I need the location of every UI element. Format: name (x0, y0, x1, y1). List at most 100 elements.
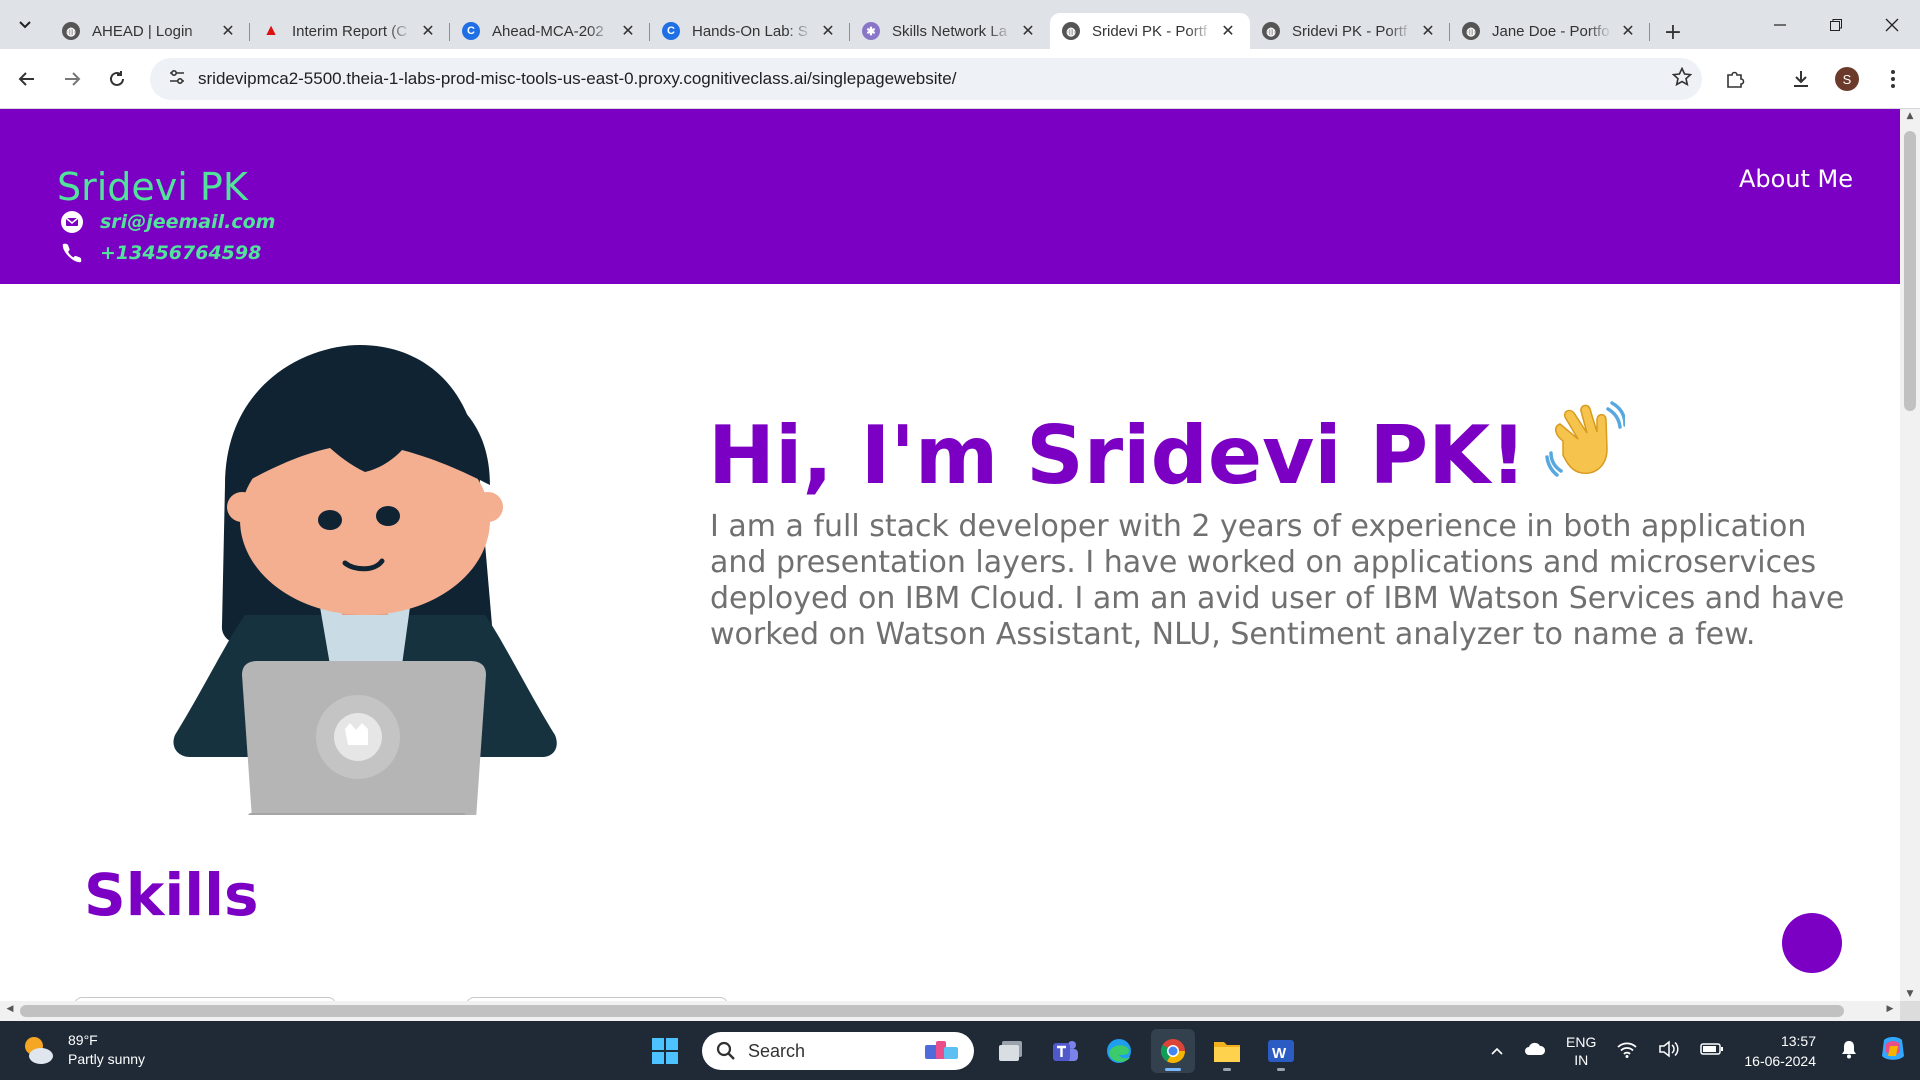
close-tab-icon[interactable]: ✕ (1218, 21, 1238, 41)
browser-tab[interactable]: ◍ Sridevi PK - Portf ✕ (1250, 13, 1450, 49)
site-name: Sridevi PK (57, 165, 248, 209)
site-header: Sridevi PK sri@jeemail.com +13456764598 … (0, 109, 1900, 284)
browser-tab[interactable]: C Hands-On Lab: S ✕ (650, 13, 850, 49)
puzzle-icon (1727, 71, 1745, 88)
network-button[interactable] (1616, 1040, 1638, 1061)
tab-title: AHEAD | Login (92, 22, 193, 40)
tab-title: Sridevi PK - Portf (1092, 22, 1208, 40)
scroll-up-arrow-icon[interactable]: ▲ (1900, 111, 1920, 121)
search-placeholder: Search (748, 1040, 806, 1061)
clock-date: 16-06-2024 (1744, 1052, 1816, 1069)
running-indicator (1165, 1068, 1181, 1071)
speaker-icon (1659, 1040, 1679, 1058)
phone-text[interactable]: +13456764598 (100, 242, 261, 264)
reload-icon (110, 71, 124, 86)
url-text[interactable]: sridevipmca2-5500.theia-1-labs-prod-misc… (198, 69, 1662, 89)
close-tab-icon[interactable]: ✕ (1418, 21, 1438, 41)
phone-icon (60, 241, 84, 265)
address-bar[interactable]: sridevipmca2-5500.theia-1-labs-prod-misc… (150, 58, 1702, 100)
browser-tab[interactable]: ◍ Jane Doe - Portfo ✕ (1450, 13, 1650, 49)
nav-about-me[interactable]: About Me (1739, 165, 1853, 193)
clock-time: 13:57 (1780, 1032, 1816, 1049)
start-button[interactable] (643, 1029, 687, 1073)
task-view-button[interactable] (989, 1029, 1033, 1073)
minimize-icon (1774, 23, 1786, 26)
windows-taskbar: 89°F Partly sunny Search W ENG IN 13:57 … (0, 1021, 1920, 1080)
downloads-button[interactable] (1784, 62, 1818, 96)
chrome-app[interactable] (1151, 1029, 1195, 1073)
window-controls (1752, 0, 1920, 49)
download-icon (1794, 71, 1808, 87)
notifications-button[interactable] (1840, 1039, 1858, 1062)
adobe-icon: ▲ (263, 22, 279, 39)
volume-button[interactable] (1658, 1040, 1680, 1061)
scrollbar-thumb[interactable] (1904, 131, 1916, 411)
browser-tab[interactable]: ✱ Skills Network La ✕ (850, 13, 1050, 49)
close-tab-icon[interactable]: ✕ (1618, 21, 1638, 41)
close-tab-icon[interactable]: ✕ (1018, 21, 1038, 41)
horizontal-scrollbar[interactable]: ◀ ▶ (0, 1001, 1900, 1021)
file-explorer-app[interactable] (1205, 1029, 1249, 1073)
tab-title: Hands-On Lab: S (692, 22, 808, 40)
show-hidden-icons-button[interactable] (1490, 1043, 1504, 1059)
battery-button[interactable] (1700, 1042, 1724, 1059)
teams-app[interactable] (1043, 1029, 1087, 1073)
close-window-button[interactable] (1864, 0, 1920, 49)
close-tab-icon[interactable]: ✕ (418, 21, 438, 41)
scroll-left-arrow-icon[interactable]: ◀ (0, 1004, 20, 1014)
browser-tab[interactable]: ◍ AHEAD | Login ✕ (50, 13, 250, 49)
hero-title: Hi, I'm Sridevi PK! (708, 399, 1627, 502)
weather-widget[interactable]: 89°F Partly sunny (20, 1031, 145, 1069)
back-button[interactable] (10, 62, 44, 96)
folder-icon (1214, 1042, 1240, 1062)
new-tab-button[interactable]: + (1656, 15, 1690, 49)
restore-button[interactable] (1808, 0, 1864, 49)
close-tab-icon[interactable]: ✕ (618, 21, 638, 41)
close-icon (1885, 18, 1899, 31)
edge-icon (1107, 1039, 1131, 1063)
email-contact: sri@jeemail.com (60, 210, 275, 234)
vertical-scrollbar[interactable]: ▲ ▼ (1900, 109, 1920, 1001)
scrollbar-thumb[interactable] (20, 1005, 1844, 1017)
edge-app[interactable] (1097, 1029, 1141, 1073)
taskbar-search[interactable]: Search (702, 1032, 974, 1070)
weather-condition: Partly sunny (68, 1051, 146, 1067)
copilot-button[interactable] (1878, 1034, 1908, 1067)
extensions-button[interactable] (1718, 62, 1752, 96)
onedrive-button[interactable] (1524, 1042, 1546, 1059)
floating-action-button[interactable] (1782, 913, 1842, 973)
profile-button[interactable]: S (1830, 62, 1864, 96)
wifi-icon (1617, 1042, 1637, 1058)
bookmark-star-icon[interactable] (1662, 66, 1702, 92)
browser-tab[interactable]: C Ahead-MCA-202 ✕ (450, 13, 650, 49)
browser-tab[interactable]: ◍ Sridevi PK - Portf ✕ (1050, 13, 1250, 49)
restore-icon (1830, 18, 1842, 31)
search-highlight-icon (925, 1041, 958, 1059)
waving-hand-icon (1544, 399, 1627, 498)
chevron-down-icon (19, 21, 31, 29)
browser-tab[interactable]: ▲ Interim Report (C ✕ (250, 13, 450, 49)
tab-list: ◍ AHEAD | Login ✕ ▲ Interim Report (C ✕ C Ahead… (50, 7, 1690, 49)
browser-menu-button[interactable] (1876, 62, 1910, 96)
reload-button[interactable] (100, 62, 134, 96)
tab-title: Skills Network La (892, 22, 1008, 40)
forward-button[interactable] (55, 62, 89, 96)
word-app[interactable]: W (1259, 1029, 1303, 1073)
close-tab-icon[interactable]: ✕ (818, 21, 838, 41)
close-tab-icon[interactable]: ✕ (218, 21, 238, 41)
scroll-right-arrow-icon[interactable]: ▶ (1880, 1004, 1900, 1014)
page-viewport: Sridevi PK sri@jeemail.com +13456764598 … (0, 109, 1900, 1001)
language-code: ENG (1566, 1033, 1597, 1050)
cognitiveclass-icon: C (462, 22, 480, 40)
minimize-button[interactable] (1752, 0, 1808, 49)
arrow-left-icon (18, 72, 34, 86)
weather-temperature: 89°F (68, 1032, 98, 1048)
more-vertical-icon (1891, 70, 1895, 88)
teams-icon (1053, 1041, 1078, 1061)
taskbar-clock[interactable]: 13:57 16-06-2024 (1744, 1031, 1816, 1071)
tab-search-dropdown[interactable] (8, 9, 42, 41)
site-info-icon[interactable] (162, 69, 192, 89)
email-text[interactable]: sri@jeemail.com (100, 211, 275, 233)
language-indicator[interactable]: ENG IN (1566, 1033, 1596, 1069)
scroll-down-arrow-icon[interactable]: ▼ (1900, 989, 1920, 999)
